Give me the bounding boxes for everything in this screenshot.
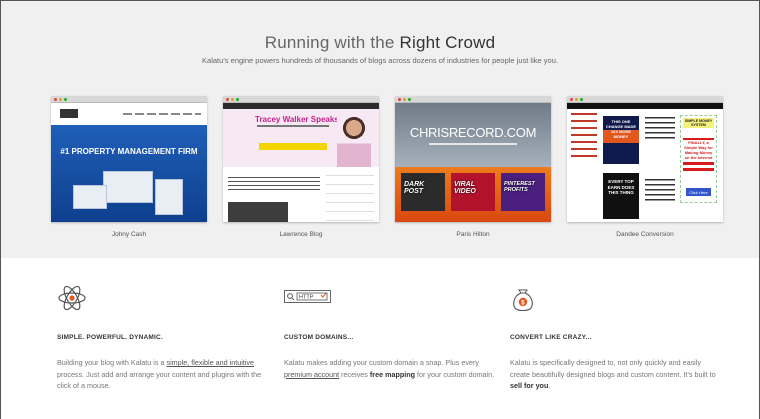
feature-simple	[57, 284, 277, 312]
site-logo	[60, 109, 78, 118]
browser-chrome	[51, 96, 207, 103]
showcase-caption-3: Paris Hilton	[456, 231, 490, 238]
laptop-mockup	[73, 185, 107, 209]
cta-button	[259, 143, 327, 150]
showcase-thumbnail-2[interactable]: Tracey Walker Speaks	[223, 96, 379, 222]
section-subtitle: Kalatu’s engine powers hundreds of thous…	[202, 56, 558, 65]
browser-chrome	[567, 96, 723, 103]
domain-search-icon: HTTP	[284, 284, 504, 312]
feature-description: Kalatu is specifically designed to, not …	[510, 358, 716, 390]
showcase-caption-1: Johny Cash	[111, 231, 147, 238]
feature-convert: $	[510, 284, 730, 312]
feature-title: CUSTOM DOMAINS...	[284, 334, 354, 341]
showcase-caption-4: Dandee Conversion	[616, 231, 674, 238]
blog-sidebar	[326, 175, 374, 221]
tablet-mockup	[155, 179, 183, 215]
showcase-thumbnail-1[interactable]: #1 PROPERTY MANAGEMENT FIRM	[51, 96, 207, 222]
video-embed	[228, 202, 288, 222]
money-bag-icon: $	[510, 284, 730, 312]
section-title: Running with the Right Crowd	[264, 33, 496, 52]
product-box: VIRAL VIDEO	[451, 173, 495, 211]
showcase-thumbnail-4[interactable]: THIS ONE CHANGE MADE 10X MORE MONEY SIMP…	[567, 96, 723, 222]
product-box: DARK POST	[401, 173, 445, 211]
feature-domains: HTTP	[284, 284, 504, 312]
simple-flexible-link[interactable]: simple, flexible and intuitive	[166, 358, 254, 367]
site-nav	[51, 103, 207, 125]
svg-text:HTTP: HTTP	[299, 295, 314, 301]
premium-account-link[interactable]: premium account	[284, 370, 339, 379]
ad-banner: SIMPLE MONEY SYSTEM FINALLY, a Simple Wa…	[680, 115, 717, 203]
product-box: PINTEREST PROFITS	[501, 173, 545, 211]
promo-box: THIS ONE CHANGE MADE 10X MORE MONEY	[603, 116, 639, 164]
post-excerpt	[228, 177, 320, 191]
feature-title: CONVERT LIKE CRAZY...	[510, 334, 592, 341]
sidebar-links	[571, 113, 597, 161]
hero-headline: #1 PROPERTY MANAGEMENT FIRM	[60, 147, 198, 156]
speaker-photo	[337, 115, 371, 167]
feature-title: SIMPLE. POWERFUL. DYNAMIC.	[57, 334, 163, 341]
hero-banner: #1 PROPERTY MANAGEMENT FIRM	[51, 125, 207, 222]
browser-chrome	[223, 96, 379, 103]
promo-box: EVERY TOP EARN DOES THIS THING	[603, 173, 639, 219]
hero-headline: CHRISRECORD.COM	[409, 125, 537, 140]
monitor-mockup	[103, 171, 153, 203]
showcase-thumbnail-3[interactable]: CHRISRECORD.COM DARK POST VIRAL VIDEO PI…	[395, 96, 551, 222]
atom-icon	[57, 284, 277, 312]
feature-description: Kalatu makes adding your custom domain a…	[284, 358, 495, 379]
hero-headline: Tracey Walker Speaks	[255, 115, 339, 124]
feature-description: Building your blog with Kalatu is a simp…	[57, 358, 262, 390]
showcase-caption-2: Lawrence Blog	[279, 231, 323, 238]
browser-chrome	[395, 96, 551, 103]
